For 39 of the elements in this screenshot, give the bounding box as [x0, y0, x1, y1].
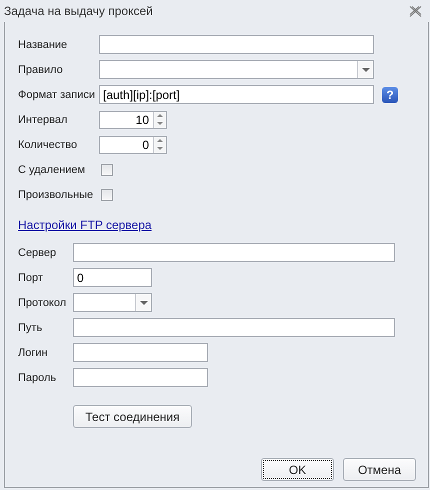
dropdown-field[interactable]	[73, 293, 152, 312]
field-label: Путь	[18, 322, 44, 334]
dropdown-field[interactable]	[99, 60, 374, 79]
test-connection-button[interactable]: Тест соединения	[73, 405, 192, 428]
caret-icon	[140, 300, 148, 304]
up-arrow-icon[interactable]	[157, 114, 163, 117]
close-icon[interactable]	[409, 6, 422, 16]
spin-field[interactable]: 10	[99, 110, 167, 128]
text-field[interactable]	[73, 318, 395, 337]
text-field[interactable]	[73, 343, 208, 362]
down-arrow-icon[interactable]	[157, 147, 163, 150]
field-label: Протокол	[18, 296, 68, 308]
field-label: Логин	[18, 346, 49, 358]
down-arrow-icon[interactable]	[157, 122, 163, 125]
field-label: Количество	[18, 138, 78, 150]
text-field[interactable]	[99, 35, 374, 54]
field-label: Формат записи	[18, 88, 96, 100]
field-label: Порт	[18, 272, 44, 284]
window-title: Задача на выдачу проксей	[4, 4, 153, 18]
dialog-button[interactable]: OK	[261, 458, 334, 481]
field-label: Пароль	[18, 372, 58, 384]
spin-field[interactable]: 0	[99, 136, 167, 154]
caret-icon	[362, 68, 370, 72]
text-field[interactable]	[73, 243, 395, 262]
text-field[interactable]: [auth][ip]:[port]	[99, 85, 374, 104]
ftp-settings-link[interactable]: Настройки FTP сервера	[18, 218, 152, 232]
dialog-button[interactable]: Отмена	[343, 458, 416, 481]
checkbox[interactable]	[101, 188, 113, 200]
field-label: Сервер	[18, 246, 58, 258]
up-arrow-icon[interactable]	[157, 139, 163, 142]
field-label: Название	[18, 38, 68, 50]
checkbox[interactable]	[101, 164, 113, 176]
field-label: С удалением	[18, 164, 86, 176]
field-label: Интервал	[18, 114, 68, 126]
help-button[interactable]: ?	[382, 86, 398, 102]
field-label: Правило	[18, 64, 64, 76]
text-field[interactable]: 0	[73, 268, 152, 287]
field-label: Произвольные	[18, 188, 94, 200]
text-field[interactable]	[73, 368, 208, 387]
